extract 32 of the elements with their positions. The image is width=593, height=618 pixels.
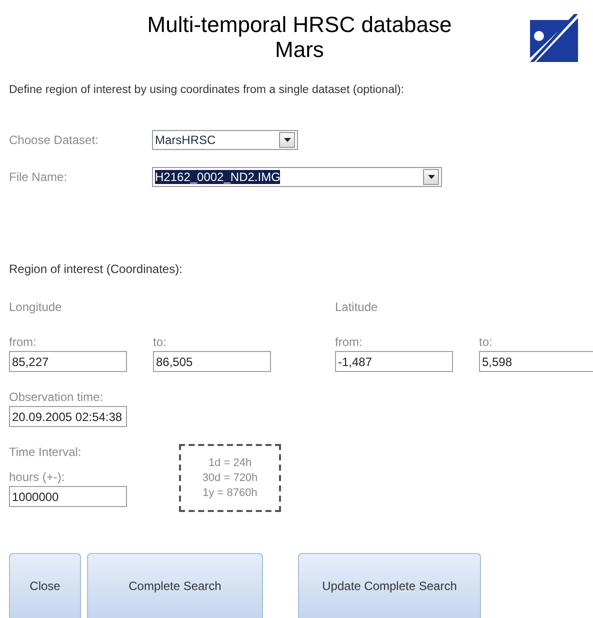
field-label: Time Interval: <box>9 444 82 461</box>
coordinate-field[interactable]: 5,598 <box>479 351 593 372</box>
field-label: Observation time: <box>9 389 104 406</box>
coordinate-field[interactable]: 85,227 <box>9 351 127 372</box>
field-label: to: <box>153 334 168 351</box>
note-text: 30d = 720h <box>202 470 258 486</box>
field-label: Choose Dataset: <box>9 133 100 147</box>
coordinate-field[interactable]: -1,487 <box>335 351 453 372</box>
dropdown-field[interactable]: H2162_0002_ND2.IMG <box>152 167 442 187</box>
page-title: Multi-temporal HRSC database <box>147 12 452 37</box>
note-text: 1d = 24h <box>208 456 252 470</box>
action-button[interactable]: Update Complete Search <box>298 553 481 618</box>
hours-field[interactable]: 1000000 <box>9 486 127 507</box>
page-title: Mars <box>275 37 324 62</box>
time-field[interactable]: 20.09.2005 02:54:38 <box>9 406 127 427</box>
note-text: 1y = 8760h <box>202 486 258 500</box>
group-label: Longitude <box>9 300 62 314</box>
field-label: hours (+-): <box>9 469 66 486</box>
section-heading: Region of interest (Coordinates): <box>9 262 184 276</box>
dropdown-field[interactable]: MarsHRSC <box>152 130 298 150</box>
coordinate-field[interactable]: 86,505 <box>153 351 271 372</box>
caret-icon <box>279 132 295 148</box>
action-button[interactable]: Close <box>9 553 81 618</box>
caret-icon <box>423 169 439 185</box>
intro-text: Define region of interest by using coordinates from a single dataset (optional): <box>9 84 406 96</box>
logo-icon <box>530 14 578 62</box>
field-label: from: <box>335 334 364 351</box>
field-label: to: <box>479 334 494 351</box>
group-label: Latitude <box>335 300 378 314</box>
action-button[interactable]: Complete Search <box>87 553 263 618</box>
field-label: from: <box>9 334 38 351</box>
field-label: File Name: <box>9 170 68 184</box>
